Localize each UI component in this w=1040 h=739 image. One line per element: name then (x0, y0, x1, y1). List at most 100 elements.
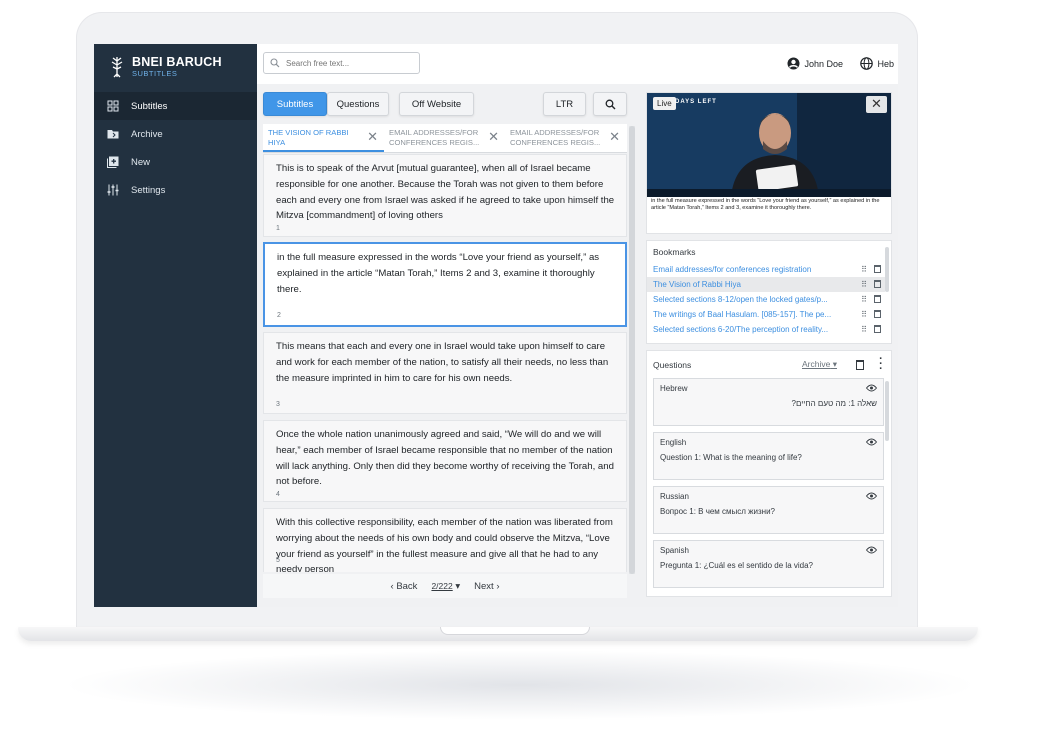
live-video[interactable]: Live DAYS LEFT ✕ (647, 93, 891, 197)
trash-icon[interactable] (856, 360, 864, 370)
page-select[interactable]: 2/222 ▾ (431, 581, 460, 592)
questions-title: Questions (653, 360, 692, 370)
question-language: Spanish (660, 546, 689, 555)
page-indicator: 2/222 (431, 580, 453, 591)
sidebar-item-label: Settings (131, 184, 166, 196)
question-card-russian[interactable]: Russian Вопрос 1: В чем смысл жизни? (653, 486, 884, 534)
ltr-button[interactable]: LTR (543, 92, 586, 116)
bookmark-label: Selected sections 8-12/open the locked g… (653, 295, 828, 304)
bookmarks-panel: Bookmarks Email addresses/for conference… (646, 240, 892, 344)
eye-icon[interactable] (866, 438, 877, 446)
bookmark-item[interactable]: Selected sections 8-12/open the locked g… (647, 292, 885, 307)
subtitle-card[interactable]: This means that each and every one in Is… (263, 332, 627, 414)
archive-dropdown[interactable]: Archive ▾ (802, 359, 837, 370)
live-badge: Live (653, 97, 676, 110)
search-input[interactable] (286, 58, 411, 68)
subtitle-number: 2 (277, 312, 281, 319)
sidebar-item-new[interactable]: New (94, 148, 257, 176)
subtitle-number: 1 (276, 225, 280, 232)
search-box[interactable] (263, 52, 420, 74)
drag-handle-icon[interactable]: ⠿ (861, 277, 867, 292)
question-card-hebrew[interactable]: Hebrew שאלה 1: מה טעם החיים? (653, 378, 884, 426)
folder-icon (107, 130, 119, 139)
subtitle-card-selected[interactable]: in the full measure expressed in the wor… (263, 242, 627, 327)
subtitle-card[interactable]: This is to speak of the Arvut [mutual gu… (263, 154, 627, 237)
tab-label: EMAIL ADDRESSES/FOR CONFERENCES REGIS... (510, 128, 601, 147)
brand-subtitle: SUBTITLES (132, 68, 178, 78)
sidebar-item-subtitles[interactable]: Subtitles (94, 92, 257, 120)
sidebar-item-archive[interactable]: Archive (94, 120, 257, 148)
trash-icon[interactable] (874, 265, 881, 273)
sidebar-item-label: New (131, 156, 151, 168)
laptop-base (18, 627, 978, 641)
eye-icon[interactable] (866, 384, 877, 392)
trash-icon[interactable] (874, 325, 881, 333)
main-area: Subtitles Questions Off Website LTR THE … (257, 84, 898, 607)
subtitle-text: in the full measure expressed in the wor… (277, 252, 600, 295)
sidebar-item-label: Subtitles (131, 100, 168, 112)
user-menu[interactable]: John Doe (787, 57, 843, 70)
trash-icon[interactable] (874, 310, 881, 318)
trash-icon[interactable] (874, 280, 881, 288)
close-icon[interactable]: ✕ (488, 130, 499, 143)
subtitle-scrollbar[interactable] (629, 126, 635, 574)
sidebar-item-label: Archive (131, 128, 163, 140)
bookmarks-scrollbar[interactable] (885, 247, 889, 292)
drag-handle-icon[interactable]: ⠿ (861, 292, 867, 307)
drag-handle-icon[interactable]: ⠿ (861, 307, 867, 322)
bookmark-label: Selected sections 6-20/The perception of… (653, 325, 829, 334)
subtitle-list: This is to speak of the Arvut [mutual gu… (263, 154, 627, 572)
scrollbar-thumb[interactable] (629, 126, 635, 574)
next-button[interactable]: Next › (474, 581, 499, 592)
subtitle-number: 5 (276, 557, 280, 564)
sliders-icon (107, 184, 119, 196)
subtitle-card[interactable]: Once the whole nation unanimously agreed… (263, 420, 627, 502)
language-label: Heb (877, 58, 894, 69)
bookmark-label: Email addresses/for conferences registra… (653, 265, 812, 274)
tab-source-1[interactable]: THE VISION OF RABBI HIYA ✕ (263, 124, 384, 152)
questions-panel: Questions Archive ▾ · · · Hebrew שאלה 1: מ… (646, 350, 892, 597)
video-caption: in the full measure expressed in the wor… (651, 198, 880, 211)
eye-icon[interactable] (866, 492, 877, 500)
off-website-button[interactable]: Off Website (399, 92, 474, 116)
sidebar-item-settings[interactable]: Settings (94, 176, 257, 204)
subtitle-text: Once the whole nation unanimously agreed… (276, 429, 614, 488)
close-icon[interactable]: ✕ (609, 130, 620, 143)
next-label: Next (474, 580, 494, 592)
bookmark-item[interactable]: Selected sections 6-20/The perception of… (647, 322, 885, 337)
more-vert-icon[interactable]: · · · (879, 354, 883, 375)
add-box-icon (107, 156, 119, 168)
source-tabs: THE VISION OF RABBI HIYA ✕ EMAIL ADDRESS… (263, 124, 627, 153)
bookmark-item[interactable]: Email addresses/for conferences registra… (647, 262, 885, 277)
subtitle-number: 3 (276, 401, 280, 408)
subtitles-button[interactable]: Subtitles (263, 92, 327, 116)
subtitle-card[interactable]: With this collective responsibility, eac… (263, 508, 627, 572)
question-card-english[interactable]: English Question 1: What is the meaning … (653, 432, 884, 480)
tab-label: THE VISION OF RABBI HIYA (268, 128, 349, 147)
bookmarks-title: Bookmarks (653, 247, 696, 257)
globe-icon (860, 57, 874, 70)
bookmark-label: The writings of Baal Hasulam. [085-157].… (653, 310, 832, 319)
close-icon[interactable]: ✕ (367, 130, 378, 143)
question-text: שאלה 1: מה טעם החיים? (791, 399, 878, 408)
language-switcher[interactable]: Heb (860, 57, 894, 70)
back-button[interactable]: ‹ Back (391, 581, 418, 592)
close-video-button[interactable]: ✕ (866, 96, 887, 113)
back-label: Back (396, 580, 418, 592)
questions-scrollbar[interactable] (885, 381, 889, 441)
search-subtitles-button[interactable] (593, 92, 627, 116)
eye-icon[interactable] (866, 546, 877, 554)
drag-handle-icon[interactable]: ⠿ (861, 322, 867, 337)
laptop-notch (440, 627, 590, 635)
bookmark-item[interactable]: The writings of Baal Hasulam. [085-157].… (647, 307, 885, 322)
drag-handle-icon[interactable]: ⠿ (861, 262, 867, 277)
tab-source-2[interactable]: EMAIL ADDRESSES/FOR CONFERENCES REGIS...… (384, 124, 505, 152)
toolbar: Subtitles Questions Off Website LTR (263, 92, 627, 116)
brand[interactable]: BNEI BARUCH SUBTITLES (94, 44, 257, 90)
tab-source-3[interactable]: EMAIL ADDRESSES/FOR CONFERENCES REGIS...… (505, 124, 626, 152)
questions-button[interactable]: Questions (327, 92, 389, 116)
bookmark-item[interactable]: The Vision of Rabbi Hiya ⠿ (647, 277, 885, 292)
trash-icon[interactable] (874, 295, 881, 303)
question-card-spanish[interactable]: Spanish Pregunta 1: ¿Cuál es el sentido … (653, 540, 884, 588)
search-icon (605, 99, 615, 109)
